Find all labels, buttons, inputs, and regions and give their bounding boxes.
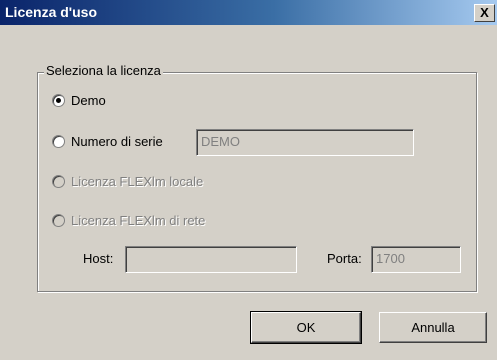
ok-button[interactable]: OK	[250, 311, 362, 344]
radio-button-flexlm-local	[52, 175, 65, 188]
radio-button-serial[interactable]	[52, 135, 65, 148]
radio-flexlm-network-label: Licenza FLEXlm di rete	[71, 213, 206, 228]
close-button[interactable]: X	[474, 4, 495, 22]
radio-serial[interactable]: Numero di serie	[52, 133, 197, 151]
title-bar: Licenza d'uso X	[0, 0, 497, 25]
groupbox-legend: Seleziona la licenza	[44, 63, 163, 78]
serial-number-input[interactable]: DEMO	[196, 129, 414, 156]
port-input: 1700	[371, 246, 461, 273]
cancel-button[interactable]: Annulla	[379, 312, 487, 343]
host-input	[125, 246, 297, 273]
license-dialog: Licenza d'uso X Seleziona la licenza Dem…	[0, 0, 497, 360]
radio-button-flexlm-network	[52, 214, 65, 227]
window-title: Licenza d'uso	[5, 4, 98, 20]
radio-flexlm-local: Licenza FLEXlm locale	[52, 173, 262, 191]
radio-flexlm-network: Licenza FLEXlm di rete	[52, 212, 262, 230]
radio-button-demo[interactable]	[52, 94, 65, 107]
radio-selected-dot	[56, 98, 61, 103]
radio-flexlm-local-label: Licenza FLEXlm locale	[71, 174, 204, 189]
radio-demo-label[interactable]: Demo	[71, 92, 106, 110]
radio-demo[interactable]: Demo	[52, 92, 172, 110]
port-label: Porta:	[327, 251, 362, 266]
close-icon: X	[480, 5, 489, 20]
host-label: Host:	[83, 251, 114, 266]
radio-serial-label[interactable]: Numero di serie	[71, 133, 163, 151]
